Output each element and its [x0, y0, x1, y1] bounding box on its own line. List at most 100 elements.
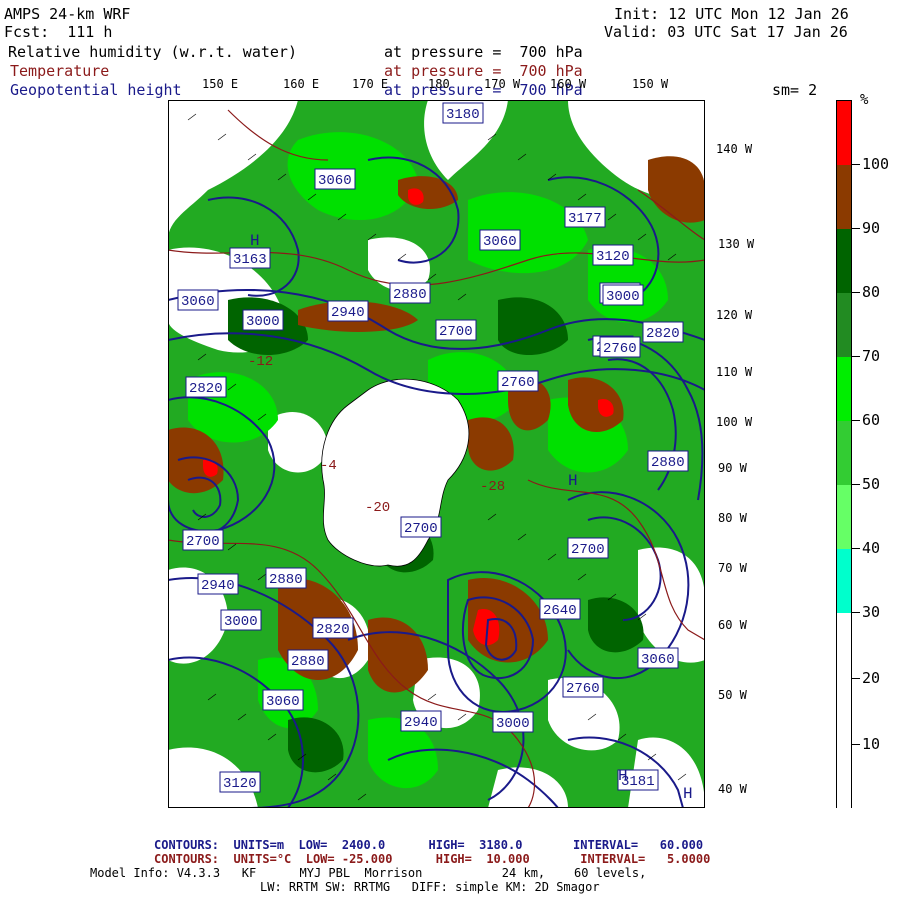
height-label: 2880	[647, 450, 689, 472]
lon-label-top: 180	[428, 77, 450, 91]
svg-text:2880: 2880	[269, 572, 303, 588]
lon-label-top: 160 W	[550, 77, 587, 91]
temp-contour-info: CONTOURS: UNITS=°C LOW= -25.000 HIGH= 10…	[154, 852, 711, 866]
high-marker: H	[618, 767, 628, 785]
legend-seg-80	[837, 229, 851, 293]
svg-text:2700: 2700	[439, 324, 473, 340]
legend-seg-20	[837, 613, 851, 809]
temp-label: -4	[320, 458, 337, 474]
legend-seg-30	[837, 549, 851, 613]
height-label: 2640	[539, 598, 581, 620]
high-marker: H	[568, 472, 578, 490]
lon-label-right: 40 W	[718, 782, 747, 796]
height-label: 3177	[564, 206, 606, 228]
height-label: 2820	[642, 321, 684, 343]
legend-seg-60	[837, 357, 851, 421]
high-marker: H	[683, 785, 693, 803]
lon-label-right: 80 W	[718, 511, 747, 525]
humidity-color-bar	[836, 100, 852, 809]
legend-tick	[852, 164, 860, 165]
legend-label: 80	[862, 283, 881, 301]
height-label: 2820	[185, 376, 227, 398]
height-label: 2880	[265, 567, 307, 589]
svg-text:3177: 3177	[568, 211, 602, 227]
legend-tick	[852, 420, 860, 421]
legend-label: 40	[862, 539, 881, 557]
temp-label: -28	[480, 479, 505, 495]
height-label: 2880	[287, 649, 329, 671]
lon-label-right: 110 W	[716, 365, 753, 379]
legend-seg-70	[837, 293, 851, 357]
lon-label-top: 150 E	[202, 77, 239, 91]
height-label: 2940	[197, 573, 239, 595]
lon-label-right: 50 W	[718, 688, 747, 702]
lon-label-right: 90 W	[718, 461, 747, 475]
svg-text:2760: 2760	[603, 341, 637, 357]
init-time: Init: 12 UTC Mon 12 Jan 26	[614, 5, 849, 23]
legend-tick	[852, 292, 860, 293]
lon-label-top: 170 W	[484, 77, 521, 91]
svg-text:3000: 3000	[606, 289, 640, 305]
svg-text:3060: 3060	[483, 234, 517, 250]
height-label: 3163	[229, 247, 271, 269]
svg-text:3120: 3120	[596, 249, 630, 265]
legend-seg-100	[837, 101, 851, 165]
height-label: 3060	[314, 168, 356, 190]
legend-label: 10	[862, 735, 881, 753]
svg-text:3060: 3060	[318, 173, 352, 189]
field-rh-level: at pressure = 700 hPa	[384, 43, 583, 61]
forecast-hour: Fcst: 111 h	[4, 23, 113, 41]
height-label: 2820	[312, 617, 354, 639]
svg-text:2880: 2880	[393, 287, 427, 303]
legend-label: 90	[862, 219, 881, 237]
high-marker: H	[250, 232, 260, 250]
lon-label-right: 120 W	[716, 308, 753, 322]
height-label: 3060	[479, 229, 521, 251]
height-label: 2760	[562, 676, 604, 698]
svg-text:2700: 2700	[186, 534, 220, 550]
lon-label-right: 130 W	[718, 237, 755, 251]
svg-text:3060: 3060	[266, 694, 300, 710]
height-label: 2760	[599, 336, 641, 358]
legend-label: 50	[862, 475, 881, 493]
svg-text:3120: 3120	[223, 776, 257, 792]
svg-text:3060: 3060	[641, 652, 675, 668]
svg-text:2820: 2820	[646, 326, 680, 342]
field-rh-name: Relative humidity (w.r.t. water)	[8, 43, 297, 61]
legend-tick	[852, 744, 860, 745]
height-label: 3060	[262, 689, 304, 711]
svg-text:2700: 2700	[404, 521, 438, 537]
lon-label-top: 170 E	[352, 77, 389, 91]
svg-text:3000: 3000	[496, 716, 530, 732]
height-label: 2760	[497, 370, 539, 392]
height-label: 3000	[602, 284, 644, 306]
svg-text:3180: 3180	[446, 107, 480, 123]
svg-text:3000: 3000	[224, 614, 258, 630]
height-label: 2940	[400, 710, 442, 732]
legend-label: 100	[862, 155, 890, 173]
legend-tick	[852, 612, 860, 613]
legend-label: 20	[862, 669, 881, 687]
legend-unit: %	[860, 92, 869, 108]
height-label: 2700	[435, 319, 477, 341]
lon-label-right: 140 W	[716, 142, 753, 156]
legend-tick	[852, 678, 860, 679]
svg-text:2760: 2760	[501, 375, 535, 391]
temp-label: -20	[365, 500, 390, 516]
svg-text:3000: 3000	[246, 314, 280, 330]
lon-label-top: 150 W	[632, 77, 669, 91]
legend-tick	[852, 548, 860, 549]
lon-label-top: 160 E	[283, 77, 320, 91]
height-label: 3120	[219, 771, 261, 793]
height-label: 2880	[389, 282, 431, 304]
svg-text:2760: 2760	[566, 681, 600, 697]
svg-text:3163: 3163	[233, 252, 267, 268]
svg-text:2820: 2820	[189, 381, 223, 397]
model-info: Model Info: V4.3.3 KF MYJ PBL Morrison 2…	[90, 866, 647, 880]
field-temp-name: Temperature	[10, 62, 110, 80]
model-physics: LW: RRTM SW: RRTMG DIFF: simple KM: 2D S…	[260, 880, 600, 894]
height-label: 3000	[492, 711, 534, 733]
legend-tick	[852, 228, 860, 229]
svg-text:2880: 2880	[291, 654, 325, 670]
legend-seg-90	[837, 165, 851, 229]
